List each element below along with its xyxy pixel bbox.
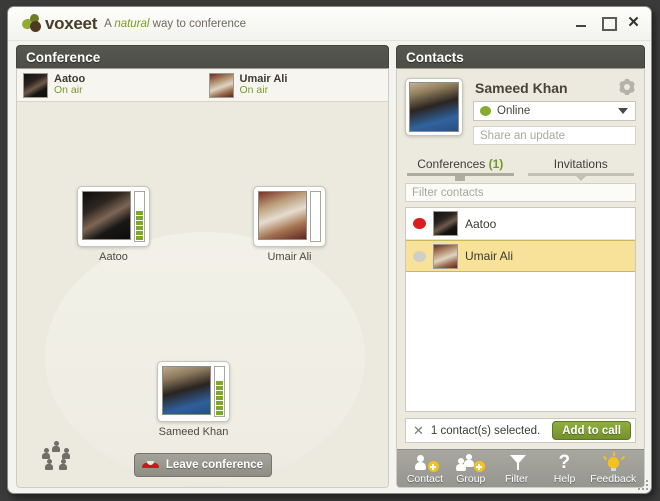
participant-tile[interactable]: Umair Ali xyxy=(253,186,326,263)
presence-dot-icon xyxy=(413,250,426,262)
profile-section: Sameed Khan Online Share an update xyxy=(397,69,644,153)
on-air-item[interactable]: Umair Ali On air xyxy=(203,69,389,101)
avatar xyxy=(433,243,458,269)
conference-panel-title: Conference xyxy=(16,45,389,68)
audio-level-meter xyxy=(214,366,225,417)
question-icon: ? xyxy=(558,452,571,473)
contact-name: Aatoo xyxy=(465,216,497,231)
selection-count-text: 1 contact(s) selected. xyxy=(430,424,541,437)
chevron-down-icon xyxy=(618,108,628,114)
conference-panel: Conference Aatoo On air Umair Ali On air… xyxy=(16,45,389,488)
filter-contacts-input[interactable]: Filter contacts xyxy=(405,183,636,202)
contacts-panel-body: Sameed Khan Online Share an update Confe… xyxy=(396,68,645,488)
group-people-icon[interactable] xyxy=(37,441,75,475)
on-air-status: On air xyxy=(239,84,269,97)
participant-name: Umair Ali xyxy=(267,251,312,263)
contacts-panel-title: Contacts xyxy=(396,45,645,68)
funnel-icon xyxy=(502,454,532,472)
contacts-list: Aatoo Umair Ali xyxy=(405,207,636,412)
gear-icon[interactable] xyxy=(619,79,635,95)
add-contact-button[interactable]: Contact xyxy=(403,454,447,485)
tab-conferences-count: (1) xyxy=(488,157,504,171)
avatar xyxy=(23,72,48,98)
contacts-panel: Contacts Sameed Khan Online Share an upd… xyxy=(396,45,645,488)
contacts-tabs: Conferences (1) Invitations xyxy=(397,155,644,181)
status-value: Online xyxy=(497,105,531,117)
add-contact-icon xyxy=(410,454,440,472)
app-window: voxeet A natural way to conference ✕ Con… xyxy=(7,6,652,494)
filter-label: Filter xyxy=(504,473,529,485)
stage-ellipse xyxy=(45,232,365,482)
add-contact-label: Contact xyxy=(406,473,444,485)
on-air-strip: Aatoo On air Umair Ali On air xyxy=(17,69,388,102)
title-bar: voxeet A natural way to conference ✕ xyxy=(8,7,651,41)
conference-panel-body: Aatoo On air Umair Ali On air Aatoo Umai… xyxy=(16,68,389,488)
selection-bar: ✕ 1 contact(s) selected. Add to call xyxy=(405,418,636,443)
contact-row[interactable]: Umair Ali xyxy=(406,240,635,272)
tagline-pre: A xyxy=(104,18,115,30)
brand-logo: voxeet A natural way to conference xyxy=(20,12,246,35)
avatar[interactable] xyxy=(405,78,463,136)
avatar xyxy=(258,191,307,240)
presence-dot-icon xyxy=(413,218,426,229)
avatar xyxy=(208,72,234,98)
window-controls: ✕ xyxy=(574,15,641,31)
feedback-button[interactable]: Feedback xyxy=(588,452,638,485)
filter-button[interactable]: Filter xyxy=(495,454,539,485)
status-dot-icon xyxy=(480,106,491,116)
tab-conferences[interactable]: Conferences (1) xyxy=(403,155,518,181)
on-air-item[interactable]: Aatoo On air xyxy=(17,69,203,101)
avatar xyxy=(433,211,458,236)
add-group-label: Group xyxy=(456,473,486,485)
tab-invitations-label: Invitations xyxy=(553,157,608,171)
contact-row[interactable]: Aatoo xyxy=(406,208,635,240)
contacts-toolbar: Contact Group Filter ? Help Feedback xyxy=(397,449,644,487)
leave-conference-label: Leave conference xyxy=(165,459,264,471)
add-group-button[interactable]: Group xyxy=(449,454,493,485)
avatar xyxy=(82,191,131,240)
audio-level-meter xyxy=(134,191,145,242)
tab-conferences-label: Conferences xyxy=(417,157,486,171)
participant-tile[interactable]: Aatoo xyxy=(77,186,150,263)
phone-handset-icon xyxy=(141,460,159,470)
feedback-label: Feedback xyxy=(590,473,637,485)
contact-name: Umair Ali xyxy=(465,249,514,263)
resize-grip[interactable] xyxy=(637,479,648,490)
add-group-icon xyxy=(455,454,486,472)
participant-name: Sameed Khan xyxy=(158,426,229,438)
help-button[interactable]: ? Help xyxy=(543,452,587,485)
profile-name: Sameed Khan xyxy=(475,80,568,96)
participant-tile[interactable]: Sameed Khan xyxy=(157,361,230,438)
tagline-post: way to conference xyxy=(149,18,247,30)
clear-selection-icon[interactable]: ✕ xyxy=(413,424,424,437)
add-to-call-button[interactable]: Add to call xyxy=(552,421,631,440)
on-air-status: On air xyxy=(54,84,83,97)
participant-name: Aatoo xyxy=(99,251,128,263)
close-icon[interactable]: ✕ xyxy=(626,15,641,30)
tagline-emphasis: natural xyxy=(114,18,150,30)
leave-conference-button[interactable]: Leave conference xyxy=(133,453,272,477)
wordmark: voxeet xyxy=(45,14,98,33)
lightbulb-icon xyxy=(598,452,628,472)
status-dropdown[interactable]: Online xyxy=(473,101,636,121)
tab-invitations[interactable]: Invitations xyxy=(524,155,639,181)
share-update-input[interactable]: Share an update xyxy=(473,126,636,145)
maximize-icon[interactable] xyxy=(600,15,617,31)
minimize-icon[interactable] xyxy=(574,15,589,30)
avatar xyxy=(162,366,211,415)
voxeet-leaf-icon xyxy=(20,12,44,34)
panels-container: Conference Aatoo On air Umair Ali On air… xyxy=(8,41,651,493)
tagline: A natural way to conference xyxy=(104,18,246,30)
audio-level-meter xyxy=(310,191,321,242)
conference-stage: Aatoo Umair Ali Sameed Khan Leave confer… xyxy=(17,102,388,487)
help-label: Help xyxy=(553,473,576,485)
